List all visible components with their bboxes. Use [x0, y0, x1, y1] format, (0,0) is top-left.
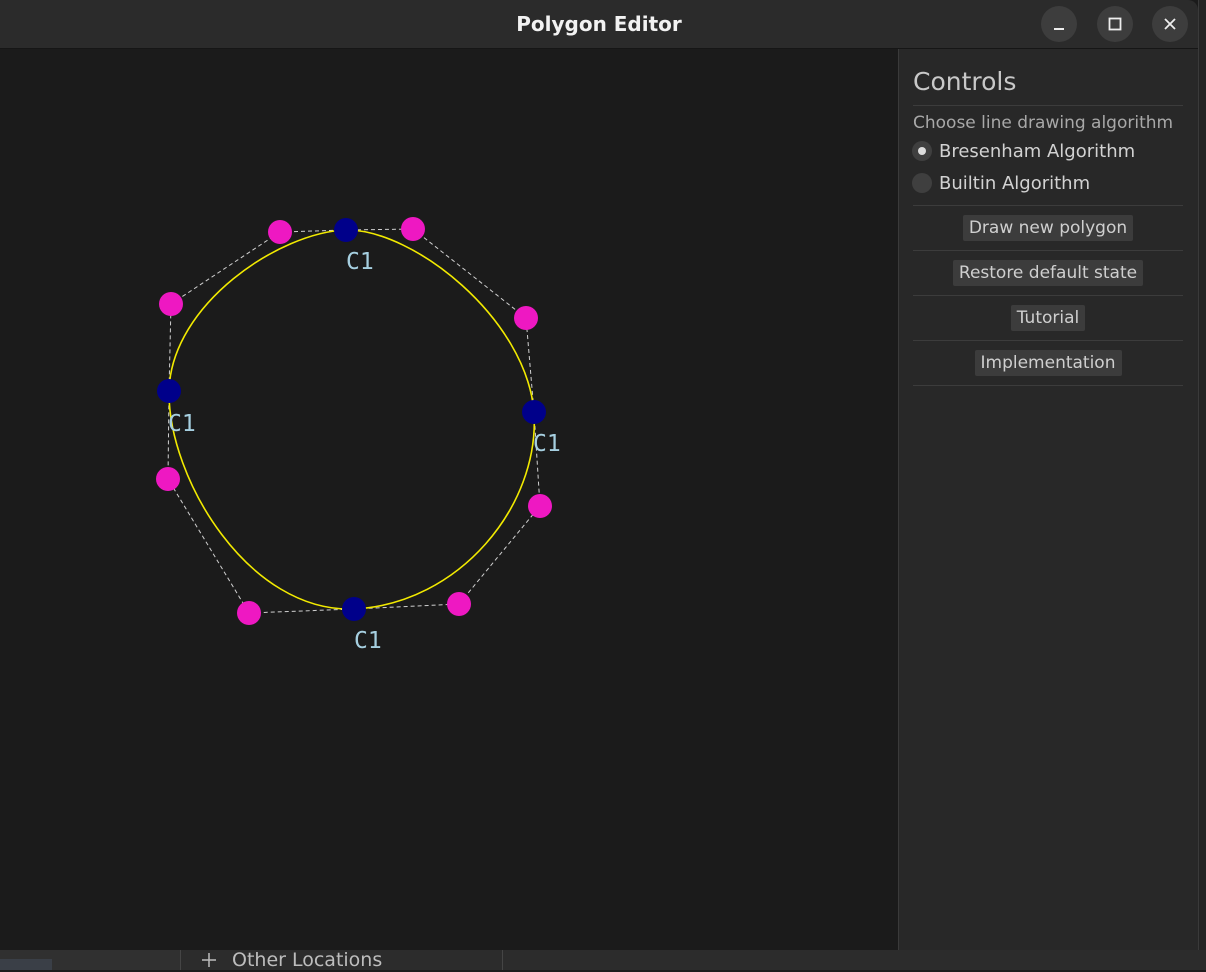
- controls-panel: Controls Choose line drawing algorithm B…: [898, 49, 1198, 950]
- background-window-edge: [1199, 0, 1206, 950]
- control-point[interactable]: [514, 306, 538, 330]
- radio-builtin[interactable]: Builtin Algorithm: [912, 167, 1183, 199]
- maximize-icon: [1108, 17, 1122, 31]
- plus-icon: [202, 953, 216, 967]
- button-row: Tutorial: [913, 296, 1183, 341]
- vertex-continuity-label: C1: [533, 431, 561, 457]
- radio-label: Bresenham Algorithm: [939, 140, 1136, 162]
- button-row: Restore default state: [913, 251, 1183, 296]
- radio-bresenham[interactable]: Bresenham Algorithm: [912, 135, 1183, 167]
- draw-new-polygon-button[interactable]: Draw new polygon: [962, 215, 1134, 241]
- polygon-vertex[interactable]: [342, 597, 366, 621]
- polygon-vertex[interactable]: [334, 218, 358, 242]
- radio-unselected-icon[interactable]: [912, 173, 932, 193]
- polygon-vertex[interactable]: [522, 400, 546, 424]
- title-bar[interactable]: Polygon Editor: [0, 0, 1198, 49]
- control-point[interactable]: [159, 292, 183, 316]
- panel-heading: Controls: [913, 65, 1183, 106]
- bezier-curve: [168, 229, 536, 610]
- button-row: Implementation: [913, 341, 1183, 386]
- implementation-button[interactable]: Implementation: [974, 350, 1122, 376]
- radio-selected-icon[interactable]: [912, 141, 932, 161]
- background-window-divider: [502, 950, 503, 970]
- control-point[interactable]: [401, 217, 425, 241]
- control-point[interactable]: [268, 220, 292, 244]
- control-point[interactable]: [528, 494, 552, 518]
- vertex-continuity-label: C1: [168, 411, 196, 437]
- vertex-continuity-label: C1: [354, 628, 382, 654]
- drawing-canvas[interactable]: C1 C1 C1 C1: [0, 49, 898, 950]
- polygon-editor-window: Polygon Editor C1 C1 C1 C1 Controls Choo…: [0, 0, 1199, 950]
- minimize-icon: [1054, 28, 1064, 30]
- maximize-button[interactable]: [1097, 6, 1133, 42]
- vertex-continuity-label: C1: [346, 249, 374, 275]
- control-point[interactable]: [447, 592, 471, 616]
- sidebar-item-other-locations[interactable]: Other Locations: [200, 949, 383, 971]
- tutorial-button[interactable]: Tutorial: [1010, 305, 1086, 331]
- sidebar-item-label: Other Locations: [232, 949, 383, 971]
- background-window-accent: [0, 959, 52, 970]
- close-icon: [1164, 18, 1176, 30]
- polygon-vertex[interactable]: [157, 379, 181, 403]
- minimize-button[interactable]: [1041, 6, 1077, 42]
- restore-default-state-button[interactable]: Restore default state: [952, 260, 1144, 286]
- close-button[interactable]: [1152, 6, 1188, 42]
- control-point[interactable]: [156, 467, 180, 491]
- polygon-canvas-svg[interactable]: C1 C1 C1 C1: [0, 49, 898, 950]
- control-point[interactable]: [237, 601, 261, 625]
- algorithm-caption: Choose line drawing algorithm: [913, 113, 1174, 133]
- radio-label: Builtin Algorithm: [939, 172, 1091, 194]
- window-title: Polygon Editor: [516, 12, 682, 36]
- button-row: Draw new polygon: [913, 206, 1183, 251]
